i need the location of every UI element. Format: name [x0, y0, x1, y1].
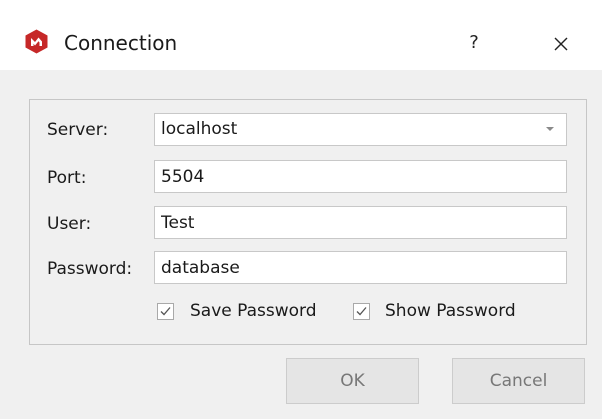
server-label: Server:: [47, 120, 109, 140]
chevron-down-icon[interactable]: [546, 127, 554, 131]
server-value: localhost: [161, 119, 238, 139]
close-button[interactable]: [544, 27, 578, 61]
user-field[interactable]: [154, 206, 567, 239]
dialog-title: Connection: [64, 31, 178, 55]
help-button[interactable]: ?: [457, 26, 491, 60]
title-bar: Connection ?: [0, 0, 602, 70]
connection-dialog: Connection ? Server: localhost Port: Use…: [0, 0, 602, 419]
save-password-label[interactable]: Save Password: [190, 301, 317, 321]
password-field[interactable]: [154, 251, 567, 284]
server-combobox[interactable]: localhost: [154, 113, 567, 146]
show-password-label[interactable]: Show Password: [385, 301, 516, 321]
cancel-button[interactable]: Cancel: [452, 358, 585, 404]
port-field[interactable]: [154, 160, 567, 193]
checkmark-icon: [160, 307, 171, 316]
user-label: User:: [47, 214, 92, 234]
close-icon: [554, 37, 568, 51]
checkmark-icon: [356, 307, 367, 316]
password-label: Password:: [47, 259, 133, 279]
show-password-checkbox[interactable]: [353, 303, 370, 320]
app-logo-icon: [24, 29, 49, 54]
ok-button[interactable]: OK: [286, 358, 419, 404]
port-label: Port:: [47, 168, 87, 188]
save-password-checkbox[interactable]: [157, 303, 174, 320]
